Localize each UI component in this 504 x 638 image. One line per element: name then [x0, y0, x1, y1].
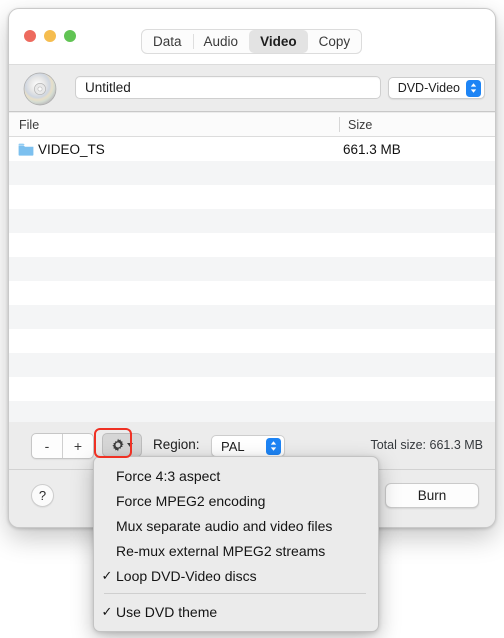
chevron-updown-icon [466, 79, 481, 97]
disc-format-value: DVD-Video [397, 81, 460, 95]
menu-separator [104, 593, 366, 594]
table-row-empty[interactable] [9, 161, 495, 185]
file-list-header: File Size [9, 113, 495, 137]
table-row-empty[interactable] [9, 377, 495, 401]
gear-menu-button[interactable] [102, 433, 142, 457]
file-list-rows: VIDEO_TS 661.3 MB [9, 137, 495, 425]
window-titlebar: Data Audio Video Copy [9, 9, 495, 65]
column-divider-1[interactable] [339, 117, 340, 132]
window-controls [24, 30, 76, 42]
column-header-file[interactable]: File [19, 113, 39, 136]
disc-name-row: Untitled DVD-Video [9, 65, 495, 112]
disc-icon [23, 72, 57, 106]
file-list[interactable]: File Size VIDEO_TS 661.3 MB [9, 113, 495, 425]
chevron-updown-icon [266, 437, 281, 455]
file-name-text: VIDEO_TS [38, 141, 105, 157]
chevron-down-icon [127, 443, 133, 447]
menu-item-use-dvd-theme[interactable]: ✓ Use DVD theme [94, 599, 378, 624]
mode-segmented-control[interactable]: Data Audio Video Copy [141, 29, 363, 54]
table-row-empty[interactable] [9, 185, 495, 209]
close-button[interactable] [24, 30, 36, 42]
table-row-empty[interactable] [9, 329, 495, 353]
menu-item-label: Mux separate audio and video files [116, 517, 333, 534]
menu-item-force-4-3-aspect[interactable]: Force 4:3 aspect [94, 463, 378, 488]
maximize-button[interactable] [64, 30, 76, 42]
menu-item-label: Re-mux external MPEG2 streams [116, 542, 326, 559]
menu-item-label: Force MPEG2 encoding [116, 492, 266, 509]
tab-copy[interactable]: Copy [308, 30, 362, 53]
checkmark-icon: ✓ [101, 603, 113, 619]
menu-item-label: Loop DVD-Video discs [116, 567, 257, 584]
gear-context-menu[interactable]: Force 4:3 aspect Force MPEG2 encoding Mu… [93, 456, 379, 632]
table-row-empty[interactable] [9, 281, 495, 305]
menu-item-mux-separate-audio-and-video-files[interactable]: Mux separate audio and video files [94, 513, 378, 538]
tab-data[interactable]: Data [142, 30, 193, 53]
menu-item-label: Force 4:3 aspect [116, 467, 221, 484]
add-remove-control[interactable]: - + [31, 433, 94, 459]
menu-item-label: Use DVD theme [116, 603, 218, 620]
file-size-cell: 661.3 MB [343, 141, 401, 157]
table-row-empty[interactable] [9, 305, 495, 329]
add-file-button[interactable]: + [62, 434, 93, 458]
burn-button[interactable]: Burn [385, 483, 479, 508]
table-row-empty[interactable] [9, 233, 495, 257]
disc-format-popup[interactable]: DVD-Video [387, 77, 485, 99]
table-row-empty[interactable] [9, 209, 495, 233]
folder-icon [18, 143, 34, 156]
burn-app-window: Data Audio Video Copy Untitled DVD-Video… [8, 8, 496, 528]
gear-icon [112, 438, 124, 452]
menu-item-force-mpeg2-encoding[interactable]: Force MPEG2 encoding [94, 488, 378, 513]
total-size-label: Total size: 661.3 MB [370, 438, 483, 452]
help-button[interactable]: ? [31, 484, 54, 507]
checkmark-icon: ✓ [101, 567, 113, 583]
table-row-empty[interactable] [9, 353, 495, 377]
disc-name-input[interactable]: Untitled [75, 76, 381, 99]
table-row-empty[interactable] [9, 257, 495, 281]
file-name-cell: VIDEO_TS [18, 142, 105, 157]
region-label: Region: [153, 437, 200, 452]
screen-background: Data Audio Video Copy Untitled DVD-Video… [0, 0, 504, 638]
tab-video[interactable]: Video [249, 30, 308, 53]
minimize-button[interactable] [44, 30, 56, 42]
menu-item-re-mux-external-mpeg2-streams[interactable]: Re-mux external MPEG2 streams [94, 538, 378, 563]
table-row[interactable]: VIDEO_TS 661.3 MB [9, 137, 495, 161]
region-popup[interactable]: PAL [211, 435, 285, 457]
remove-file-button[interactable]: - [32, 434, 62, 458]
tab-audio[interactable]: Audio [192, 30, 250, 53]
region-value: PAL [221, 438, 245, 454]
column-header-size[interactable]: Size [348, 113, 372, 136]
menu-item-loop-dvd-video-discs[interactable]: ✓ Loop DVD-Video discs [94, 563, 378, 588]
